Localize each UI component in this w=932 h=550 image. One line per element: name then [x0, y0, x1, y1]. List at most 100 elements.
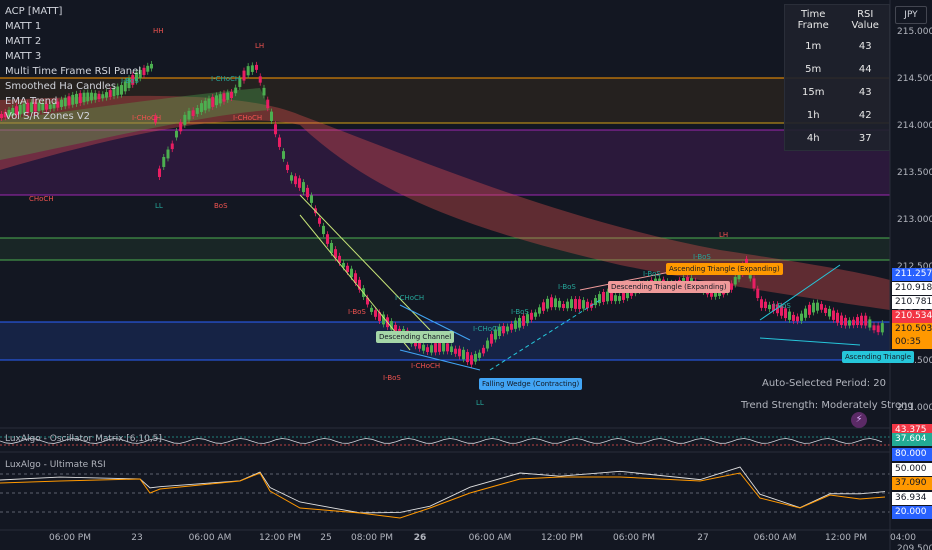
candle — [255, 64, 258, 70]
candle — [730, 283, 733, 290]
candle — [470, 355, 473, 365]
candle — [262, 87, 266, 96]
candle — [187, 110, 191, 120]
candle — [578, 299, 581, 309]
price-axis-label: 215.000 — [897, 27, 932, 37]
candle — [594, 298, 597, 306]
candle — [788, 311, 791, 320]
candle — [302, 182, 305, 193]
price-tag: 210.781 — [892, 296, 932, 309]
rsi-value: 44 — [858, 64, 872, 75]
price-axis-label: 214.500 — [897, 74, 932, 84]
rsi-tag: 20.000 — [892, 506, 932, 519]
candle — [566, 301, 569, 309]
candle — [183, 114, 187, 125]
candle — [570, 299, 573, 308]
candle — [856, 317, 859, 326]
candle — [274, 124, 277, 135]
candle — [546, 298, 549, 309]
structure-label: I-BoS — [558, 283, 576, 291]
candle — [518, 317, 521, 328]
structure-label: I-BoS — [773, 302, 791, 310]
candle — [374, 310, 377, 317]
structure-label: LL — [155, 202, 163, 210]
candle — [482, 347, 485, 354]
structure-label: I-CHoCH — [411, 362, 441, 370]
candle — [876, 325, 880, 333]
candle — [306, 187, 309, 198]
candle — [142, 67, 146, 75]
candle — [542, 302, 545, 311]
candle — [282, 151, 285, 159]
candle — [195, 107, 199, 114]
pattern-label-descending-channel: Descending Channel — [376, 331, 455, 343]
price-tag: 210.918 — [892, 282, 932, 295]
candle — [550, 297, 553, 308]
oscillator-matrix-title[interactable]: LuxAlgo - Oscillator Matrix [6,10,5] — [5, 434, 162, 444]
rsi-header-value: RSI Value — [851, 9, 879, 31]
legend-indicator[interactable]: MATT 1 — [5, 19, 141, 34]
price-axis-label: 214.000 — [897, 121, 932, 131]
lightning-icon[interactable]: ⚡ — [851, 412, 867, 428]
rsi-row: 1m 43 — [785, 35, 889, 58]
candle — [756, 288, 760, 299]
legend-indicator[interactable]: MATT 2 — [5, 34, 141, 49]
oscillator-tag: 37.604 — [892, 433, 932, 446]
structure-label: LH — [255, 42, 265, 50]
candle — [200, 103, 203, 112]
legend-indicator[interactable]: EMA Trend — [5, 94, 141, 109]
candle — [622, 292, 625, 300]
currency-button[interactable]: JPY — [895, 6, 927, 24]
candle — [258, 76, 262, 83]
legend-indicator[interactable]: MATT 3 — [5, 49, 141, 64]
structure-label: I-BoS — [383, 374, 401, 382]
candle — [836, 312, 839, 323]
chart-area[interactable]: ACP [MATT] MATT 1 MATT 2 MATT 3 Multi Ti… — [0, 0, 932, 550]
candle — [162, 156, 166, 167]
time-axis-label: 12:00 PM — [541, 533, 583, 543]
time-axis-label: 23 — [131, 533, 143, 543]
auto-period-label: Auto-Selected Period: 20 — [762, 378, 886, 389]
candle — [430, 345, 433, 353]
candle — [422, 344, 425, 351]
candle — [760, 299, 763, 308]
candle — [510, 323, 513, 330]
candle — [848, 320, 851, 326]
candle — [582, 300, 585, 309]
rsi-row: 4h 37 — [785, 127, 889, 150]
structure-label: LL — [476, 399, 484, 407]
ultimate-rsi-title[interactable]: LuxAlgo - Ultimate RSI — [5, 460, 106, 470]
time-axis-label: 06:00 AM — [753, 533, 797, 543]
candle — [812, 302, 815, 313]
rsi-tag: 37.090 — [892, 477, 932, 490]
candle — [326, 234, 329, 244]
rsi-value: 37 — [858, 133, 872, 144]
candle — [864, 315, 868, 326]
candle — [266, 99, 270, 109]
structure-label: I-CHoCH — [132, 114, 162, 122]
rsi-value: 43 — [858, 41, 872, 52]
rsi-row: 1h 42 — [785, 104, 889, 127]
candle — [150, 63, 153, 69]
candle — [234, 87, 238, 94]
time-axis-label: 12:00 PM — [259, 533, 301, 543]
rsi-timeframe: 1h — [806, 110, 820, 121]
candle — [486, 340, 489, 349]
structure-label: I-CHoCH — [233, 114, 263, 122]
candle — [880, 323, 884, 333]
pattern-label-ascending-triangle-expanding: Ascending Triangle (Expanding) — [666, 263, 783, 275]
candle — [222, 93, 226, 102]
price-tag: 210.534 — [892, 310, 932, 323]
structure-label: BoS — [214, 202, 228, 210]
legend-indicator[interactable]: Vol S/R Zones V2 — [5, 109, 141, 124]
price-axis-label: 209.500 — [897, 544, 932, 550]
indicator-legend: ACP [MATT] MATT 1 MATT 2 MATT 3 Multi Ti… — [5, 4, 141, 124]
candle — [278, 137, 281, 147]
candle — [450, 346, 453, 353]
structure-label: LH — [719, 231, 729, 239]
legend-symbol[interactable]: ACP [MATT] — [5, 4, 141, 19]
rsi-row: 15m 43 — [785, 81, 889, 104]
candle — [207, 98, 211, 109]
time-axis-label: 27 — [697, 533, 709, 543]
structure-label: I-BoS — [693, 253, 711, 261]
